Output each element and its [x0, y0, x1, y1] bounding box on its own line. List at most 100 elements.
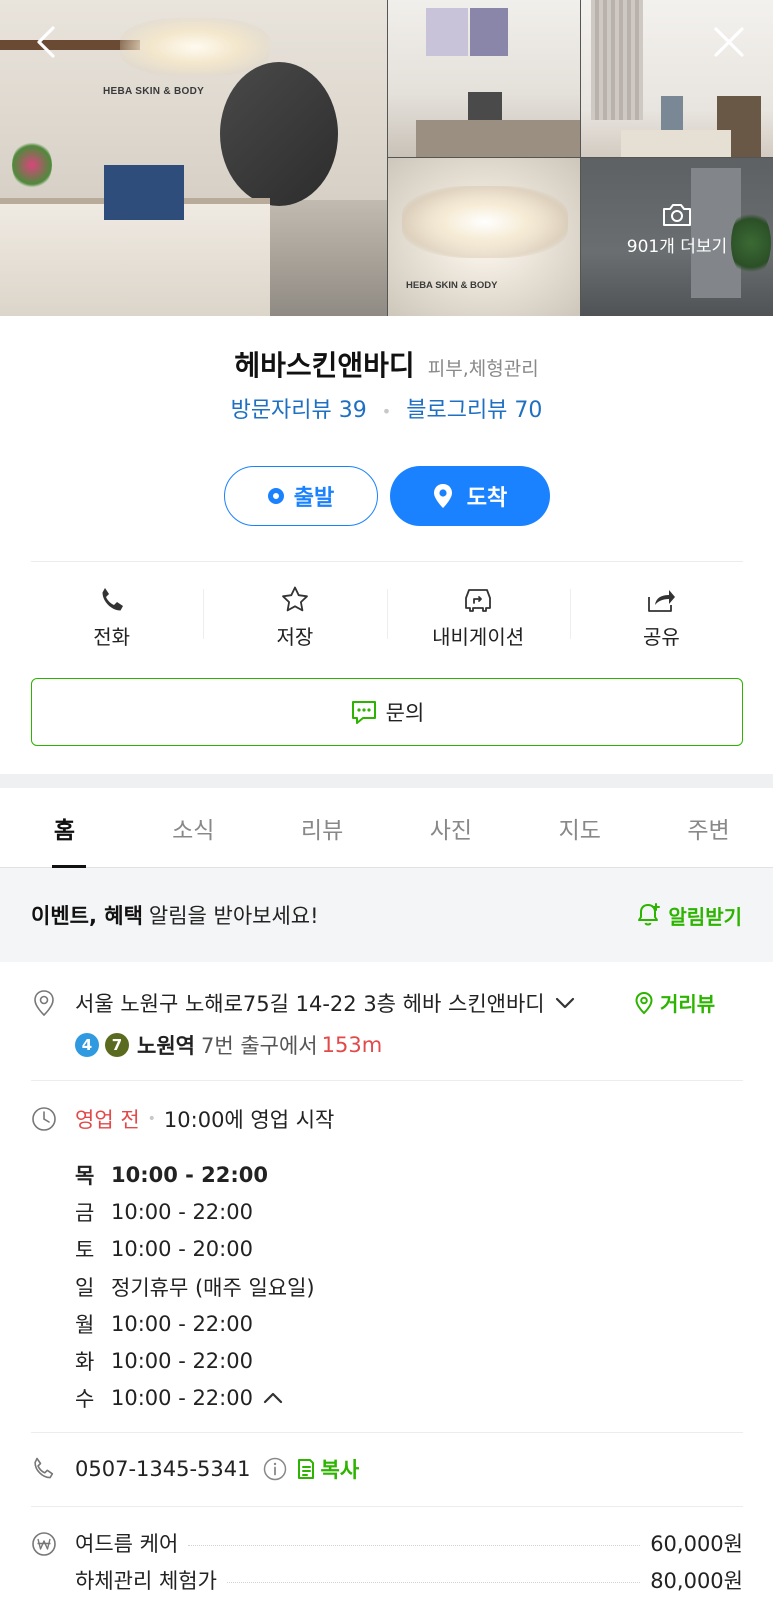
event-banner-text: 알림을 받아보세요!: [148, 904, 319, 928]
tab-photos[interactable]: 사진: [386, 788, 515, 867]
hours-day: 화: [75, 1350, 95, 1375]
hours-time: 10:00 - 20:00: [111, 1237, 253, 1262]
hours-row: 금 10:00 - 22:00: [75, 1193, 315, 1230]
share-button[interactable]: 공유: [569, 585, 753, 655]
street-view-button[interactable]: 거리뷰: [634, 988, 715, 1017]
start-point-icon: [267, 488, 284, 504]
price-row: 여드름 케어 60,000원: [75, 1524, 743, 1561]
hours-row: 화 10:00 - 22:00: [75, 1342, 315, 1379]
more-photos-button[interactable]: 901개 더보기: [581, 202, 773, 257]
quick-actions: 전화 저장 내비게이션 공유: [20, 585, 753, 655]
price-item-value: 80,000원: [650, 1568, 743, 1593]
hours-day: 토: [75, 1238, 95, 1263]
won-currency-icon: [31, 1531, 57, 1557]
address-text: 서울 노원구 노해로75길 14-22 3층 헤바 스킨앤바디: [75, 992, 545, 1016]
place-title-row: 헤바스킨앤바디 피부,체형관리: [0, 344, 773, 384]
review-summary: 방문자리뷰 39 • 블로그리뷰 70: [0, 392, 773, 424]
price-row: 하체관리 체험가 80,000원: [75, 1561, 743, 1598]
chat-bubble-icon: [351, 701, 376, 724]
tab-map[interactable]: 지도: [515, 788, 644, 867]
info-icon[interactable]: [263, 1457, 287, 1481]
navigation-button[interactable]: 내비게이션: [386, 585, 570, 655]
hours-day: 수: [75, 1387, 95, 1412]
tab-bar: 홈 소식 리뷰 사진 지도 주변: [0, 788, 773, 868]
camera-icon: [663, 204, 691, 226]
gallery-photo-2[interactable]: [388, 0, 580, 157]
hours-time: 10:00 - 22:00: [111, 1199, 253, 1224]
car-navigation-icon: [465, 589, 492, 612]
tab-nearby[interactable]: 주변: [644, 788, 773, 867]
subscribe-alarm-label: 알림받기: [668, 904, 742, 929]
business-hours-status[interactable]: 영업 전 • 10:00에 영업 시작: [75, 1104, 334, 1134]
business-hours-list: 목 10:00 - 22:00 금 10:00 - 22:00 토 10:00 …: [75, 1156, 315, 1417]
close-icon[interactable]: [707, 20, 751, 64]
event-banner-strong: 이벤트, 혜택: [31, 904, 143, 928]
tab-news[interactable]: 소식: [129, 788, 258, 867]
hours-time: 정기휴무 (매주 일요일): [111, 1275, 315, 1300]
copy-icon: [297, 1459, 314, 1479]
place-name: 헤바스킨앤바디: [234, 349, 415, 382]
phone-icon: [102, 588, 123, 611]
photo-chandelier: [120, 18, 270, 76]
share-icon: [648, 590, 676, 612]
price-item-name: 하체관리 체험가: [75, 1568, 217, 1593]
price-item-value: 60,000원: [650, 1531, 743, 1556]
gallery-photo-4[interactable]: HEBA SKIN & BODY: [388, 158, 580, 316]
clock-icon: [31, 1106, 57, 1132]
subway-info: 4 7 노원역 7번 출구에서 153m: [75, 1030, 382, 1060]
start-route-label: 출발: [293, 486, 335, 511]
save-button[interactable]: 저장: [203, 585, 386, 655]
bell-plus-icon: [638, 903, 661, 926]
hours-row: 일 정기휴무 (매주 일요일): [75, 1268, 315, 1305]
visitor-review-link[interactable]: 방문자리뷰 39: [231, 398, 367, 423]
phone-number[interactable]: 0507-1345-5341: [75, 1457, 251, 1481]
subway-line-badge: 7: [105, 1033, 129, 1057]
price-leader-dots: [226, 1582, 641, 1583]
tab-reviews[interactable]: 리뷰: [258, 788, 387, 867]
divider: [31, 1506, 743, 1507]
chevron-up-icon[interactable]: [263, 1391, 283, 1405]
blog-review-link[interactable]: 블로그리뷰 70: [406, 398, 542, 423]
place-category: 피부,체형관리: [427, 358, 539, 380]
call-button[interactable]: 전화: [20, 585, 203, 655]
back-icon[interactable]: [24, 20, 68, 64]
phone-row: 0507-1345-5341 복사: [75, 1454, 359, 1484]
price-list: 여드름 케어 60,000원 하체관리 체험가 80,000원: [75, 1524, 743, 1598]
photo-sign-text: HEBA SKIN & BODY: [406, 280, 498, 291]
route-buttons: 출발 도착: [224, 466, 550, 526]
photo-plant: [12, 140, 52, 190]
hours-row: 토 10:00 - 20:00: [75, 1231, 315, 1268]
hours-day: 월: [75, 1312, 95, 1337]
hours-row: 목 10:00 - 22:00: [75, 1156, 315, 1193]
divider: [31, 1432, 743, 1433]
photo-desk: [416, 120, 580, 157]
address-row[interactable]: 서울 노원구 노해로75길 14-22 3층 헤바 스킨앤바디: [75, 988, 575, 1018]
photo-chandelier: [402, 186, 568, 258]
start-route-button[interactable]: 출발: [224, 466, 378, 526]
photo-laptop: [104, 165, 184, 220]
subway-line-badge: 4: [75, 1033, 99, 1057]
divider: [31, 1080, 743, 1081]
street-view-label: 거리뷰: [660, 992, 716, 1016]
hours-day: 일: [75, 1275, 95, 1300]
photo-curtain: [591, 0, 643, 120]
chevron-down-icon[interactable]: [555, 996, 575, 1010]
arrive-route-label: 도착: [466, 486, 508, 511]
hours-time: 10:00 - 22:00: [111, 1162, 269, 1187]
price-item-name: 여드름 케어: [75, 1531, 179, 1556]
arrive-route-button[interactable]: 도착: [390, 466, 550, 526]
event-notification-banner: 이벤트, 혜택 알림을 받아보세요! 알림받기: [0, 868, 773, 962]
subscribe-alarm-button[interactable]: 알림받기: [636, 901, 742, 930]
street-view-pin-icon: [635, 991, 653, 1014]
share-label: 공유: [642, 625, 680, 649]
photo-bed: [621, 130, 731, 157]
photo-gallery[interactable]: HEBA SKIN & BODY HEBA SKIN & BODY 901개 더…: [0, 0, 773, 316]
copy-phone-button[interactable]: 복사: [295, 1454, 359, 1484]
separator-dot: •: [381, 401, 392, 421]
navigation-label: 내비게이션: [432, 625, 525, 649]
inquiry-button[interactable]: 문의: [31, 678, 743, 746]
star-icon: [281, 586, 308, 612]
divider: [31, 561, 743, 562]
hours-time: 10:00 - 22:00: [111, 1311, 253, 1336]
tab-home[interactable]: 홈: [0, 788, 129, 868]
